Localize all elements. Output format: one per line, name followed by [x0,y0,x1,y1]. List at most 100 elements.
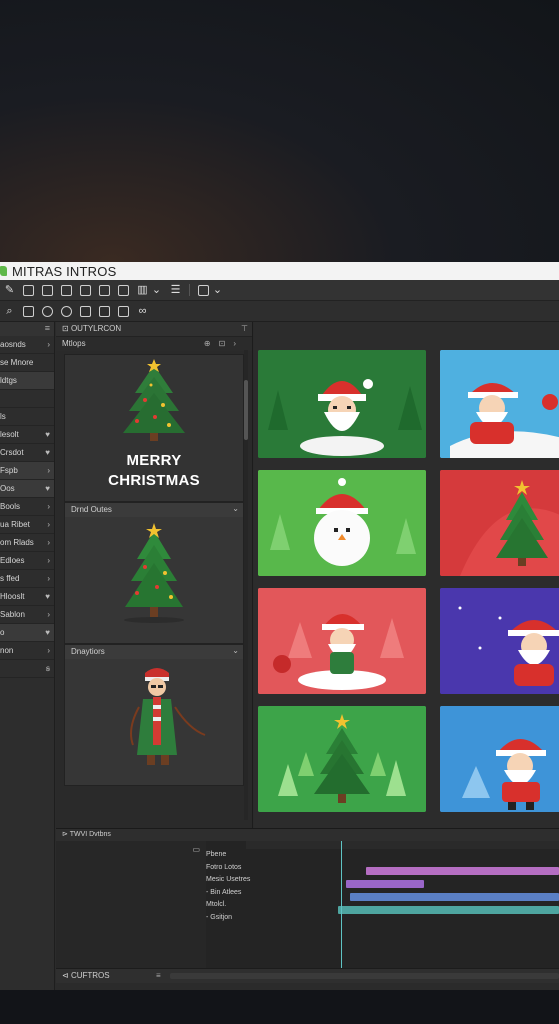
sidebar-item-label: non [0,646,14,655]
sidebar-item[interactable]: Sablon › [0,606,54,624]
sidebar-item[interactable]: non › [0,642,54,660]
sidebar-item[interactable]: Edloes › [0,552,54,570]
close-icon[interactable]: ≡ [45,323,50,333]
grid-icon[interactable] [80,305,91,317]
elf-character-thumbnail [65,659,243,785]
timeline-title: TWVI Dvtbns [69,831,111,838]
sidebar-item[interactable]: s ffed › [0,570,54,588]
track-label[interactable]: Fotro Lotos [206,862,266,875]
template-tile[interactable] [440,470,559,576]
sidebar-item[interactable]: lesolt ♥ [0,426,54,444]
sidebar-item-indicator-icon: ♥ [45,430,50,439]
template-tile[interactable] [258,588,426,694]
track-label[interactable]: Mesic Usetres [206,874,266,887]
track-label[interactable]: - Bin Atlees [206,887,266,900]
crop-icon[interactable] [23,305,34,317]
chevron-down-icon[interactable]: ⌄ [232,504,239,513]
sidebar-item[interactable]: Oos ♥ [0,480,54,498]
sidebar-item[interactable]: om Rlads › [0,534,54,552]
card-label: Drnd Outes [71,505,112,514]
template-card[interactable]: Dnaytiors ⌄ [64,644,244,786]
sidebar-item-label: ls [0,412,6,421]
horizontal-scrollbar[interactable] [170,973,559,979]
sidebar-item[interactable]: Crsdot ♥ [0,444,54,462]
library-scrollbar[interactable] [244,350,248,820]
sidebar-item-label: ldtgs [0,376,17,385]
app-window: MITRAS INTROS ✎ ▥ ⌄ ☰ ⌄ ⌕ ∞ ≡ aosnds › se … [0,262,559,990]
santa-thumbnail [440,706,559,812]
timeline-options-icon[interactable]: ▭ [192,845,200,854]
list-icon[interactable]: ☰ [170,284,181,296]
image-icon[interactable] [23,284,34,296]
track-label[interactable]: - Gsitjon [206,912,266,925]
pin-icon[interactable]: ⊤ [241,322,248,336]
target-icon[interactable] [42,305,53,317]
sidebar-item[interactable]: ꞩ [0,660,54,678]
sidebar-item-label: aosnds [0,340,26,349]
sidebar-item[interactable] [0,390,54,408]
santa-thumbnail [440,350,559,458]
sidebar-item[interactable]: aosnds › [0,336,54,354]
sidebar-item-label: Oos [0,484,15,493]
save-icon[interactable] [99,284,110,296]
sidebar-item-indicator-icon: ♥ [45,592,50,601]
card-title-line1: MERRY [126,452,182,469]
frame-icon[interactable] [99,305,110,317]
template-tile[interactable] [258,350,426,458]
sidebar-item[interactable]: Bools › [0,498,54,516]
bottom-bar: ⊲ CUFTROS ≡ [56,968,559,983]
library-header: ⊡ OUTYLRCON ⊤ [56,322,252,337]
pen-icon[interactable]: ✎ [4,284,15,296]
template-card[interactable]: MERRY CHRISTMAS [64,354,244,502]
title-bar: MITRAS INTROS [0,262,559,280]
timeline-clip[interactable] [350,893,559,901]
sidebar-item[interactable]: o ♥ [0,624,54,642]
christmas-tree-tile [440,470,559,576]
zoom-icon[interactable] [61,305,72,317]
template-tile[interactable] [440,588,559,694]
sidebar-item[interactable]: Fspb › [0,462,54,480]
scrollbar-thumb[interactable] [244,380,248,440]
library-actions-icon[interactable]: ⊕⊡› [204,337,244,351]
sidebar-item[interactable]: Hlooslt ♥ [0,588,54,606]
playhead[interactable] [341,841,342,969]
sidebar-item[interactable]: ldtgs [0,372,54,390]
timeline-header-icon: ⊳ [62,831,70,838]
chevron-down-icon[interactable]: ⌄ [212,284,223,296]
columns-icon[interactable]: ▥ [137,284,148,296]
template-tile[interactable] [258,706,426,812]
template-tile[interactable] [258,470,426,576]
sidebar-item-indicator-icon: › [47,340,50,349]
sidebar-item[interactable]: se Mnore [0,354,54,372]
chevron-down-icon[interactable]: ⌄ [232,646,239,655]
timeline-clip[interactable] [338,906,559,914]
track-label[interactable]: Pbene [206,849,266,862]
timeline-clip[interactable] [346,880,424,888]
layers-icon[interactable] [42,284,53,296]
template-tile[interactable] [440,350,559,458]
menu-icon[interactable]: ≡ [156,969,161,983]
santa-thumbnail [440,588,559,694]
sidebar-item-indicator-icon: › [47,520,50,529]
track-label[interactable]: Mtolcl. [206,899,266,912]
calendar-icon[interactable] [198,284,209,296]
chevron-down-icon[interactable]: ⌄ [151,284,162,296]
bottom-bar-icon: ⊲ [62,971,71,980]
sidebar-item[interactable]: ls [0,408,54,426]
library-panel: ⊡ OUTYLRCON ⊤ Mtlops ⊕⊡› MERRY CHRISTMAS [56,322,253,828]
timeline-clip[interactable] [366,867,559,875]
check-icon[interactable] [80,284,91,296]
template-card[interactable]: Drnd Outes ⌄ [64,502,244,644]
template-tile[interactable] [440,706,559,812]
card-title-line2: CHRISTMAS [108,472,200,489]
library-subheader: Mtlops ⊕⊡› [56,337,252,351]
folder-icon[interactable] [61,284,72,296]
timeline-ruler[interactable] [246,841,559,849]
square-icon[interactable] [118,305,129,317]
search-icon[interactable]: ⌕ [4,305,15,317]
left-sidebar-header: ≡ [0,322,54,336]
sidebar-item[interactable]: ua Ribet › [0,516,54,534]
panel-icon[interactable] [118,284,129,296]
link-icon[interactable]: ∞ [137,305,148,317]
card-label: Dnaytiors [71,647,105,656]
